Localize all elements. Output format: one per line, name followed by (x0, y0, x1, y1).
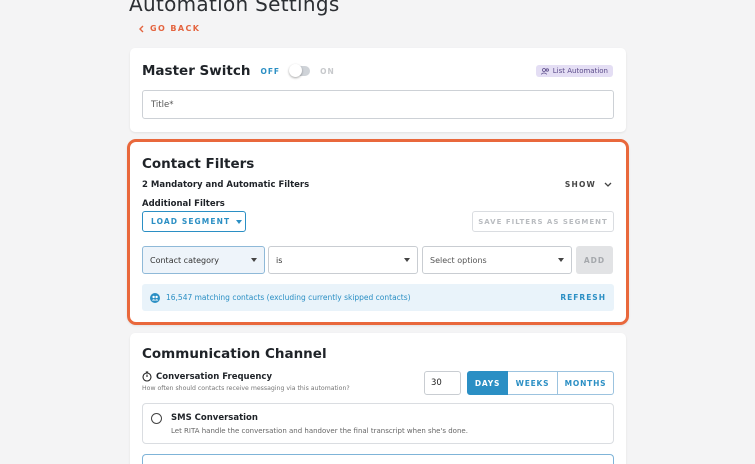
save-segment-label: SAVE FILTERS AS SEGMENT (478, 217, 608, 226)
sms-conversation-title: SMS Conversation (171, 413, 258, 423)
frequency-value: 30 (431, 378, 442, 388)
sms-conversation-subtitle: Let RITA handle the conversation and han… (171, 427, 468, 435)
list-automation-label: List Automation (552, 67, 608, 75)
show-label: SHOW (564, 180, 596, 189)
frequency-unit-toggle: DAYS WEEKS MONTHS (467, 371, 614, 395)
chevron-down-icon (604, 182, 612, 187)
filter-operator-select[interactable]: is (268, 246, 418, 274)
caret-down-icon (404, 258, 410, 262)
contact-filters-title: Contact Filters (142, 156, 255, 172)
filter-value-placeholder: Select options (430, 255, 487, 265)
communication-channel-title: Communication Channel (142, 346, 327, 362)
caret-down-icon (236, 219, 243, 224)
contact-filters-card: Contact Filters 2 Mandatory and Automati… (127, 139, 629, 325)
unit-weeks-button[interactable]: WEEKS (508, 371, 558, 395)
title-field-placeholder: Title* (151, 100, 174, 110)
matching-contacts-bar: 16,547 matching contacts (excluding curr… (142, 284, 614, 311)
filter-operator-value: is (276, 255, 283, 265)
sms-radio[interactable] (151, 413, 162, 424)
conversation-frequency-label: Conversation Frequency (156, 371, 272, 382)
master-switch-card: Master Switch OFF ON List Automation Tit… (130, 48, 626, 132)
next-channel-option[interactable] (142, 454, 614, 464)
off-label: OFF (260, 66, 281, 76)
go-back-link[interactable]: GO BACK (138, 24, 200, 33)
master-switch-title: Master Switch (142, 63, 251, 79)
add-label: ADD (583, 255, 606, 265)
caret-down-icon (558, 258, 564, 262)
communication-channel-card: Communication Channel Conversation Frequ… (130, 333, 626, 464)
unit-months-button[interactable]: MONTHS (558, 371, 614, 395)
filter-value-select[interactable]: Select options (422, 246, 572, 274)
mandatory-filters-label: 2 Mandatory and Automatic Filters (142, 180, 310, 190)
page-title: Automation Settings (129, 0, 340, 16)
chevron-left-icon (139, 25, 144, 32)
conversation-frequency-title: Conversation Frequency (142, 371, 272, 382)
frequency-input[interactable]: 30 (424, 371, 461, 395)
stopwatch-icon (142, 371, 152, 382)
contacts-icon (150, 292, 160, 303)
matching-contacts-text: 16,547 matching contacts (excluding curr… (166, 293, 411, 302)
title-field[interactable]: Title* (142, 90, 614, 119)
list-automation-badge[interactable]: List Automation (535, 65, 613, 77)
refresh-button[interactable]: REFRESH (560, 293, 606, 302)
master-switch-toggle[interactable] (289, 64, 311, 77)
caret-down-icon (251, 258, 257, 262)
go-back-label: GO BACK (150, 24, 201, 33)
sms-conversation-option[interactable]: SMS Conversation Let RITA handle the con… (142, 403, 614, 444)
show-filters-button[interactable]: SHOW (565, 180, 612, 189)
save-filters-as-segment-button[interactable]: SAVE FILTERS AS SEGMENT (472, 211, 614, 232)
add-filter-button[interactable]: ADD (576, 246, 613, 274)
conversation-frequency-subtitle: How often should contacts receive messag… (142, 385, 350, 392)
master-switch-row: Master Switch OFF ON (142, 63, 335, 79)
load-segment-label: LOAD SEGMENT (151, 217, 231, 226)
on-label: ON (320, 66, 335, 76)
users-icon (540, 67, 549, 75)
filter-field-select[interactable]: Contact category (142, 246, 265, 274)
unit-days-button[interactable]: DAYS (467, 371, 508, 395)
additional-filters-label: Additional Filters (142, 199, 225, 209)
filter-field-value: Contact category (150, 255, 220, 265)
load-segment-button[interactable]: LOAD SEGMENT (142, 211, 246, 232)
